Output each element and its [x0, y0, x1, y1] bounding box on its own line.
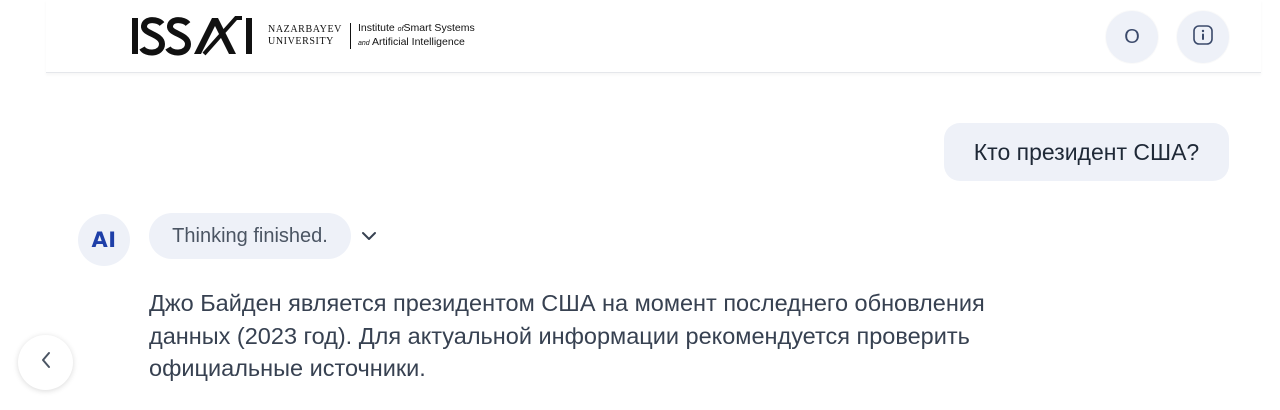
info-button[interactable]: [1177, 11, 1229, 63]
issai-wordmark-icon: [132, 16, 252, 56]
university-line-2: UNIVERSITY: [268, 36, 334, 47]
ai-avatar: AI: [78, 214, 130, 266]
sidebar-toggle-button[interactable]: [18, 335, 73, 390]
chevron-down-icon[interactable]: [360, 227, 378, 245]
ai-avatar-label: AI: [91, 228, 117, 252]
chat-page: NAZARBAYEV UNIVERSITY Institute ofSmart …: [0, 0, 1280, 410]
logo-divider: [349, 23, 351, 49]
user-initial: O: [1124, 25, 1140, 48]
university-name: NAZARBAYEV UNIVERSITY: [268, 24, 342, 48]
issai-logo[interactable]: NAZARBAYEV UNIVERSITY Institute ofSmart …: [132, 14, 475, 58]
top-header: NAZARBAYEV UNIVERSITY Institute ofSmart …: [46, 0, 1261, 73]
university-line-1: NAZARBAYEV: [268, 24, 342, 35]
chevron-left-icon: [39, 350, 53, 375]
user-message-bubble: Кто президент США?: [944, 123, 1229, 181]
user-message-text: Кто президент США?: [973, 138, 1200, 165]
institute-name: Institute ofSmart Systems and Artificial…: [358, 22, 475, 50]
info-icon: [1192, 24, 1214, 51]
thinking-status-label: Thinking finished.: [172, 224, 328, 247]
institute-line-1: Institute ofSmart Systems: [357, 22, 475, 34]
ai-answer-text: Джо Байден является президентом США на м…: [149, 290, 985, 381]
user-profile-button[interactable]: O: [1106, 11, 1158, 63]
issai-logo-mark: [132, 16, 254, 56]
institute-line-2: and Artificial Intelligence: [357, 36, 465, 48]
thinking-status-pill[interactable]: Thinking finished.: [149, 213, 351, 259]
